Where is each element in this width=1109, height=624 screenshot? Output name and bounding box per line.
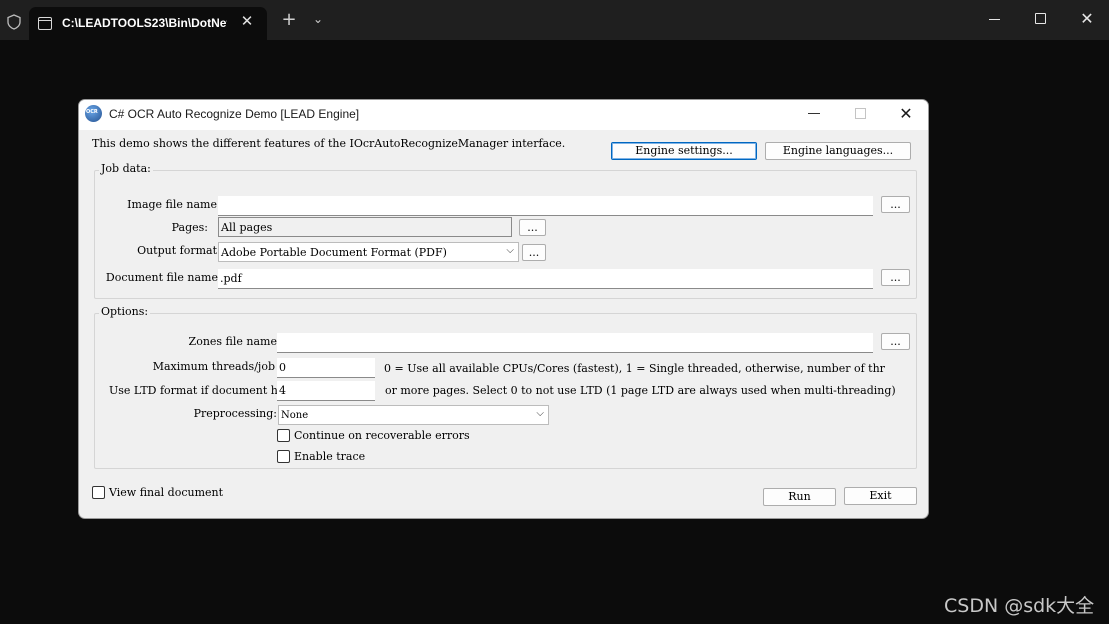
- preprocessing-label: Preprocessing:: [193, 407, 277, 420]
- max-threads-input[interactable]: 0: [277, 358, 375, 378]
- dialog-title-bar: C# OCR Auto Recognize Demo [LEAD Engine]…: [79, 100, 928, 130]
- pages-input[interactable]: All pages: [218, 217, 512, 237]
- maximize-button[interactable]: [1035, 13, 1046, 24]
- engine-languages-button[interactable]: Engine languages...: [765, 142, 911, 160]
- output-format-value: Adobe Portable Document Format (PDF): [221, 246, 447, 259]
- output-format-options-button[interactable]: ...: [522, 244, 546, 261]
- zones-file-input[interactable]: [277, 333, 873, 353]
- shield-icon: [7, 14, 21, 30]
- terminal-tab[interactable]: C:\LEADTOOLS23\Bin\DotNet4 ✕: [29, 7, 267, 40]
- ltd-format-hint: or more pages. Select 0 to not use LTD (…: [385, 384, 896, 397]
- terminal-tab-title: C:\LEADTOOLS23\Bin\DotNet4: [62, 16, 227, 30]
- options-legend: Options:: [99, 305, 151, 318]
- ltd-format-label: Use LTD format if document h: [109, 384, 277, 397]
- continue-errors-checkbox[interactable]: [277, 429, 290, 442]
- dialog-maximize-button: [855, 108, 866, 119]
- app-icon: [85, 105, 102, 122]
- engine-settings-button[interactable]: Engine settings...: [611, 142, 757, 160]
- image-file-input[interactable]: [218, 196, 873, 216]
- preprocessing-value: None: [281, 410, 309, 421]
- output-format-select[interactable]: Adobe Portable Document Format (PDF) ⌵: [218, 242, 519, 262]
- description-text: This demo shows the different features o…: [92, 137, 566, 150]
- view-final-label: View final document: [109, 486, 224, 499]
- run-button[interactable]: Run: [763, 488, 836, 506]
- max-threads-label: Maximum threads/job: [152, 360, 275, 373]
- preprocessing-select[interactable]: None ⌵: [278, 405, 549, 425]
- pages-browse-button[interactable]: ...: [519, 219, 546, 236]
- zones-file-browse-button[interactable]: ...: [881, 333, 910, 350]
- zones-file-label: Zones file name: [188, 335, 277, 348]
- continue-errors-label: Continue on recoverable errors: [294, 429, 470, 442]
- exit-button[interactable]: Exit: [844, 487, 917, 505]
- ltd-pages-input[interactable]: 4: [277, 381, 375, 401]
- terminal-icon: [38, 17, 52, 30]
- chevron-down-icon: ⌵: [506, 245, 514, 256]
- dialog-minimize-button[interactable]: [808, 113, 820, 114]
- document-file-browse-button[interactable]: ...: [881, 269, 910, 286]
- enable-trace-label: Enable trace: [294, 450, 366, 463]
- window-close-button[interactable]: ✕: [1079, 9, 1095, 29]
- new-tab-button[interactable]: +: [280, 11, 298, 29]
- close-tab-icon[interactable]: ✕: [239, 13, 255, 29]
- job-data-legend: Job data:: [99, 162, 153, 175]
- ocr-demo-dialog: C# OCR Auto Recognize Demo [LEAD Engine]…: [78, 99, 929, 519]
- watermark: CSDN @sdk大全: [944, 595, 1095, 617]
- terminal-title-bar: C:\LEADTOOLS23\Bin\DotNet4 ✕ + ⌄ ✕: [0, 0, 1109, 40]
- enable-trace-checkbox[interactable]: [277, 450, 290, 463]
- max-threads-hint: 0 = Use all available CPUs/Cores (fastes…: [384, 362, 885, 375]
- output-format-label: Output format: [137, 244, 217, 257]
- document-file-input[interactable]: .pdf: [218, 269, 873, 289]
- dialog-close-button[interactable]: ✕: [897, 104, 915, 123]
- tab-dropdown-button[interactable]: ⌄: [310, 12, 326, 26]
- document-file-label: Document file name: [105, 271, 218, 284]
- view-final-checkbox[interactable]: [92, 486, 105, 499]
- chevron-down-icon: ⌵: [536, 408, 544, 419]
- minimize-button[interactable]: [987, 10, 1003, 28]
- image-file-label: Image file name: [127, 198, 217, 211]
- image-file-browse-button[interactable]: ...: [881, 196, 910, 213]
- pages-label: Pages:: [171, 221, 208, 234]
- dialog-title: C# OCR Auto Recognize Demo [LEAD Engine]: [109, 107, 360, 121]
